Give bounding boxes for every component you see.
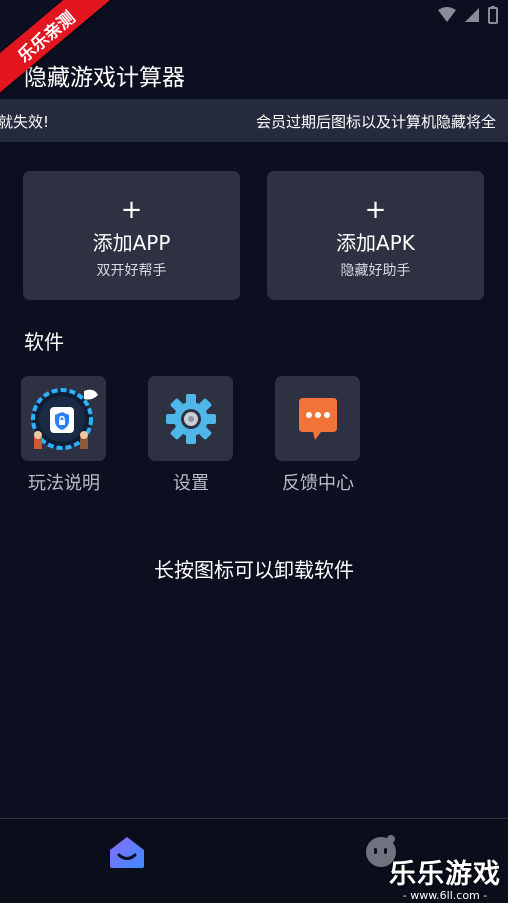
plus-icon: + <box>120 195 143 225</box>
add-apk-title: 添加APK <box>336 231 415 255</box>
guide-icon <box>21 376 106 461</box>
notice-text-right: 会员过期后图标以及计算机隐藏将全 <box>256 113 497 131</box>
wifi-icon <box>438 7 456 22</box>
add-apk-card[interactable]: + 添加APK 隐藏好助手 <box>267 171 484 300</box>
app-label-settings: 设置 <box>173 473 209 494</box>
gear-icon <box>148 376 233 461</box>
app-title: 隐藏游戏计算器 <box>24 65 185 91</box>
app-tile-settings[interactable]: 设置 <box>148 376 234 495</box>
add-app-card[interactable]: + 添加APP 双开好帮手 <box>23 171 240 300</box>
app-label-feedback: 反馈中心 <box>282 473 354 494</box>
chat-bubble-icon <box>275 376 360 461</box>
nav-home-tab[interactable] <box>108 835 146 873</box>
notice-text-left: 就失效! <box>0 113 50 131</box>
add-apk-subtitle: 隐藏好助手 <box>340 263 411 279</box>
plus-icon: + <box>364 195 387 225</box>
add-app-subtitle: 双开好帮手 <box>96 263 167 279</box>
watermark-logo: 乐乐游戏 - www.6ll.com - <box>386 852 504 902</box>
signal-icon <box>465 8 479 22</box>
screen: 乐乐亲测 隐藏游戏计算器 就失效! 会员过期后图标以及计算机隐藏将全 + 添加A… <box>0 0 508 903</box>
notice-marquee[interactable]: 就失效! 会员过期后图标以及计算机隐藏将全 <box>0 99 508 142</box>
uninstall-hint: 长按图标可以卸载软件 <box>154 558 354 582</box>
app-tile-guide[interactable]: 玩法说明 <box>21 376 107 495</box>
add-app-title: 添加APP <box>92 231 171 255</box>
section-title: 软件 <box>24 330 64 354</box>
home-icon <box>110 837 144 868</box>
watermark-url: - www.6ll.com - <box>402 889 488 902</box>
status-icons <box>438 6 498 24</box>
app-tile-feedback[interactable]: 反馈中心 <box>275 376 361 495</box>
watermark-text: 乐乐游戏 <box>389 859 501 890</box>
battery-icon <box>488 6 498 24</box>
app-label-guide: 玩法说明 <box>28 473 100 494</box>
